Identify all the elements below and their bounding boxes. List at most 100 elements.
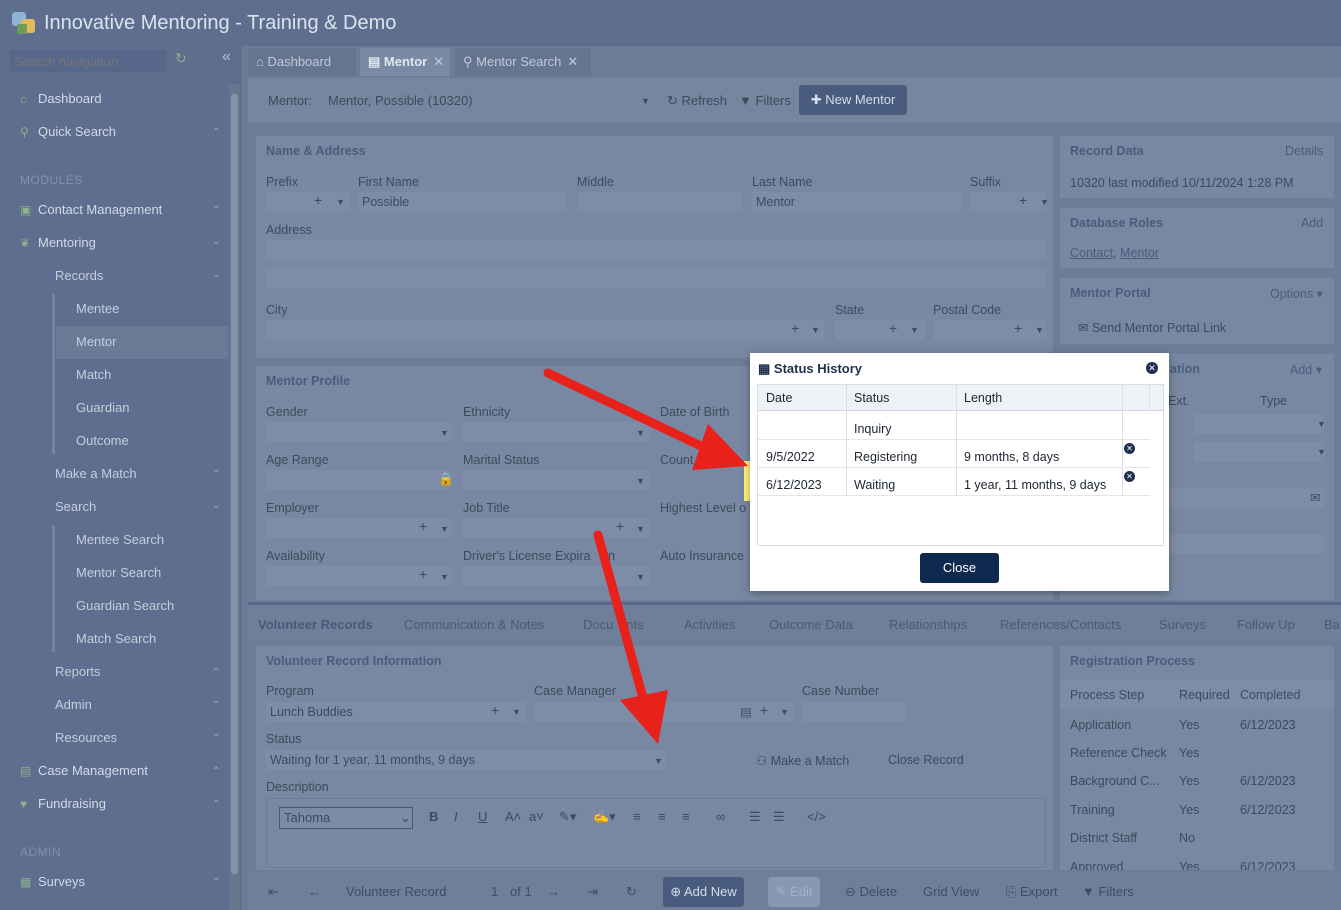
status-select[interactable]: Waiting for 1 year, 11 months, 9 days [266,750,666,770]
add-icon[interactable]: + [314,192,322,208]
chevron-down-icon[interactable]: ▼ [512,707,521,717]
sidebar-item-fundraising[interactable]: ♥ Fundraising [20,787,106,820]
table-row[interactable]: Inquiry [758,412,1150,440]
highlight-icon[interactable]: ✍▾ [593,809,616,825]
font-family-select[interactable]: Tahoma ⌄ [279,807,413,829]
mentor-select[interactable]: Mentor, Possible (10320) [328,93,473,108]
chevron-down-icon[interactable]: ▼ [636,572,645,582]
chevron-down-icon[interactable]: ▼ [440,572,449,582]
chevron-down-icon[interactable]: ▼ [654,756,663,766]
details-link[interactable]: Details [1285,144,1323,158]
add-icon[interactable]: + [616,518,624,534]
tab-more[interactable]: Ba [1324,617,1340,632]
filters-button[interactable]: ▼ Filters [739,93,791,108]
sidebar-item-make-a-match[interactable]: Make a Match [55,457,137,490]
chevron-up-icon[interactable]: ⌃ [212,766,220,777]
filters-button[interactable]: ▼ Filters [1082,884,1134,899]
other-field[interactable] [1170,534,1324,554]
sidebar-item-mentor[interactable]: Mentor [76,325,116,358]
chevron-down-icon[interactable]: ▼ [641,96,650,106]
add-new-button[interactable]: ⊕ Add New [663,877,744,907]
sidebar-item-match-search[interactable]: Match Search [76,622,156,655]
chevron-down-icon[interactable]: ▼ [336,197,345,207]
italic-icon[interactable]: I [454,809,458,824]
table-row[interactable]: District Staff No [1060,823,1334,851]
tab-documents[interactable]: Docu [583,617,613,632]
tab-documents-tail[interactable]: ents [619,617,644,632]
tab-relationships[interactable]: Relationships [889,617,967,632]
marital-status-select[interactable] [463,470,649,490]
close-record-button[interactable]: Close Record [888,753,964,767]
sidebar-item-mentor-search[interactable]: Mentor Search [76,556,161,589]
sidebar-item-admin[interactable]: Admin [55,688,92,721]
chevron-up-icon[interactable]: ⌃ [212,877,220,888]
chevron-down-icon[interactable]: ▼ [440,428,449,438]
address-line1-field[interactable] [266,240,1046,260]
bullet-list-icon[interactable]: ☰ [773,809,785,825]
chevron-down-icon[interactable]: ▼ [811,325,820,335]
font-size-increase-icon[interactable]: A˄ [505,809,521,824]
bold-icon[interactable]: B [429,809,438,824]
grid-view-button[interactable]: Grid View [923,884,979,899]
chevron-down-icon[interactable]: ⌄ [212,500,220,511]
sidebar-scrollbar[interactable] [229,84,240,910]
add-icon[interactable]: + [1019,192,1027,208]
chevron-up-icon[interactable]: ⌃ [212,469,220,480]
table-row[interactable]: 9/5/2022 Registering 9 months, 8 days ✕ [758,440,1150,468]
drivers-license-field[interactable] [463,566,649,586]
chevron-up-icon[interactable]: ⌃ [212,205,220,216]
sidebar-item-resources[interactable]: Resources [55,721,117,754]
sidebar-item-mentoring[interactable]: ❦ Mentoring [20,226,96,259]
refresh-icon[interactable]: ↻ [626,884,637,900]
font-size-decrease-icon[interactable]: a˅ [529,809,544,824]
export-button[interactable]: ⎘ Export [1006,884,1058,900]
sidebar-item-search[interactable]: Search [55,490,96,523]
first-record-icon[interactable]: ⇤ [268,884,279,900]
add-icon[interactable]: + [760,702,768,718]
phone-type-select[interactable] [1194,414,1324,434]
next-record-icon[interactable]: → [547,884,560,899]
add-role-button[interactable]: Add [1301,216,1323,230]
link-icon[interactable]: ∞ [716,809,725,824]
add-dropdown[interactable]: Add ▾ [1290,362,1322,377]
case-number-field[interactable] [802,702,906,722]
sidebar-item-mentee[interactable]: Mentee [76,292,119,325]
email-field[interactable] [1170,488,1324,508]
tab-volunteer-records[interactable]: Volunteer Records [258,617,373,632]
page-number-input[interactable]: 1 [491,884,498,899]
make-a-match-button[interactable]: ⚇ Make a Match [756,753,849,768]
add-icon[interactable]: + [889,320,897,336]
chevron-up-icon[interactable]: ⌃ [212,733,220,744]
tab-dashboard[interactable]: ⌂ Dashboard [248,48,356,76]
tab-surveys[interactable]: Surveys [1159,617,1206,632]
table-row[interactable]: Application Yes 6/12/2023 [1060,710,1334,738]
code-view-icon[interactable]: </> [807,809,826,824]
add-icon[interactable]: + [791,320,799,336]
align-left-icon[interactable]: ≡ [633,809,641,824]
table-row[interactable]: Approved Yes 6/12/2023 [1060,852,1334,870]
tab-activities[interactable]: Activities [684,617,735,632]
sidebar-item-reports[interactable]: Reports [55,655,101,688]
contact-role-link[interactable]: Contact [1070,246,1113,260]
tab-outcome-data[interactable]: Outcome Data [769,617,853,632]
program-select[interactable]: Lunch Buddies [266,702,526,722]
numbered-list-icon[interactable]: ☰ [749,809,761,825]
chevron-down-icon[interactable]: ▼ [636,428,645,438]
sidebar-item-guardian-search[interactable]: Guardian Search [76,589,174,622]
close-tab-icon[interactable]: ✕ [567,54,578,69]
sidebar-item-outcome[interactable]: Outcome [76,424,129,457]
chevron-up-icon[interactable]: ⌃ [212,127,220,138]
delete-row-icon[interactable]: ✕ [1124,443,1135,454]
case-manager-select[interactable] [534,702,794,722]
delete-row-icon[interactable]: ✕ [1124,471,1135,482]
tab-mentor[interactable]: ▤ Mentor ✕ [360,48,450,76]
last-record-icon[interactable]: ⇥ [587,884,598,900]
sidebar-item-mentee-search[interactable]: Mentee Search [76,523,164,556]
tab-references-contacts[interactable]: References/Contacts [1000,617,1121,632]
chevron-down-icon[interactable]: ▼ [1317,419,1326,429]
envelope-icon[interactable]: ✉ [1310,490,1320,505]
chevron-down-icon[interactable]: ⌄ [212,269,220,280]
add-icon[interactable]: + [419,518,427,534]
sidebar-item-case-management[interactable]: ▤ Case Management [20,754,148,787]
age-range-field[interactable] [266,470,452,490]
